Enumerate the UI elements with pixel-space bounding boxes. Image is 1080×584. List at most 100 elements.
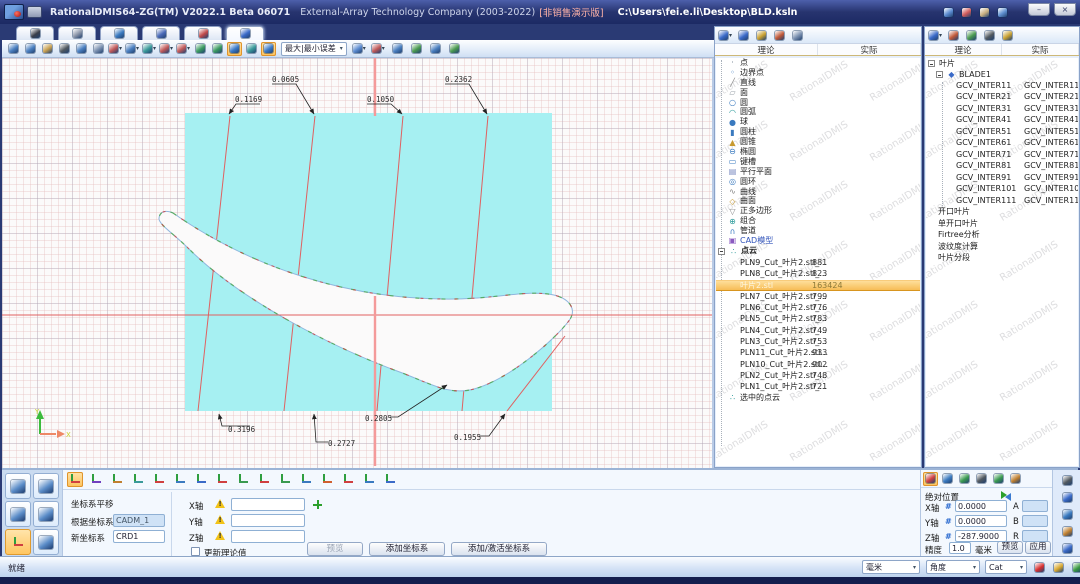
probe-tab-icon[interactable] [28, 27, 43, 41]
cs-cube-icon[interactable] [193, 472, 209, 487]
blade1-item[interactable]: ◆BLADE1 [926, 69, 1078, 80]
blade-tab-icon[interactable] [238, 27, 253, 41]
pointcloud-item[interactable]: PLN9_Cut_叶片2.stl_...881 [716, 257, 920, 268]
graphics-viewport[interactable]: 0.11690.06050.10500.23620.31960.27270.28… [2, 58, 714, 468]
probe-button[interactable] [5, 501, 31, 527]
cs-rotate-icon[interactable] [88, 472, 104, 487]
position-preview-button[interactable]: 预览 [997, 541, 1023, 554]
pointcloud-item[interactable]: PLN6_Cut_叶片2.stl_...776 [716, 302, 920, 313]
cs-part-icon[interactable] [277, 472, 293, 487]
blade-image-icon[interactable] [964, 28, 979, 42]
blade-shield-icon[interactable]: ▾ [928, 28, 943, 42]
blade-analysis-item[interactable]: 单开口叶片 [926, 218, 1078, 230]
blade-section-row[interactable]: GCV_INTER51GCV_INTER51 [926, 126, 1078, 138]
add-activate-coordsys-button[interactable]: 添加/激活坐标系 [451, 542, 547, 556]
section-3-icon[interactable]: ▾ [142, 42, 157, 56]
pos-part-icon[interactable] [940, 472, 955, 486]
position-apply-button[interactable]: 应用 [1025, 541, 1051, 554]
pointcloud-item[interactable]: PLN7_Cut_叶片2.stl_...799 [716, 291, 920, 302]
feature-type-item[interactable]: ▭键槽 [716, 157, 920, 167]
help-shield-icon[interactable] [995, 5, 1010, 19]
pos-probe-icon[interactable] [957, 472, 972, 486]
report-open-icon[interactable]: ▾ [371, 42, 386, 56]
position-value-input[interactable] [955, 515, 1007, 527]
feature-type-item[interactable]: ⊖椭圆 [716, 147, 920, 157]
blade-section-row[interactable]: GCV_INTER101GCV_INTER101 [926, 184, 1078, 196]
ref-coord-field[interactable] [113, 514, 165, 527]
blade-section-row[interactable]: GCV_INTER41GCV_INTER41 [926, 115, 1078, 127]
cs-rps-icon[interactable] [256, 472, 272, 487]
feature-type-item[interactable]: ▤平行平面 [716, 167, 920, 177]
cat-dropdown[interactable]: Cat▾ [985, 560, 1027, 574]
evaluate-tab-icon[interactable] [196, 27, 211, 41]
angle-value-input[interactable] [1022, 515, 1048, 527]
angle-value-input[interactable] [1022, 500, 1048, 512]
cs-cad-icon[interactable] [298, 472, 314, 487]
dock-shield-icon[interactable] [1060, 541, 1075, 555]
ribbon-tab-evaluate[interactable] [184, 26, 222, 40]
deviation-a-icon[interactable] [193, 42, 208, 56]
angle-dropdown[interactable]: 角度▾ [926, 560, 980, 574]
monitor-icon[interactable] [790, 28, 805, 42]
tolerance-shield-icon[interactable] [772, 28, 787, 42]
pointcloud-item[interactable]: PLN11_Cut_叶片2.stl...933 [716, 347, 920, 358]
blade-analysis-item[interactable]: 波纹度计算 [926, 241, 1078, 253]
ribbon-tab-model[interactable] [142, 26, 180, 40]
section-1-icon[interactable]: ▾ [108, 42, 123, 56]
feature-type-item[interactable]: ╱直线 [716, 78, 920, 88]
snapshot-icon[interactable] [977, 5, 992, 19]
feature-type-item[interactable]: ▮圆柱 [716, 127, 920, 137]
x-offset-input[interactable] [231, 498, 305, 511]
alarm-icon[interactable] [1032, 560, 1047, 574]
model-tab-icon[interactable] [154, 27, 169, 41]
dock-zoom-icon[interactable] [1060, 507, 1075, 521]
cs-recall-icon[interactable] [361, 472, 377, 487]
ribbon-tab-view[interactable] [100, 26, 138, 40]
pointcloud-item[interactable]: PLN5_Cut_叶片2.stl_...783 [716, 313, 920, 324]
ribbon-tab-probe[interactable] [16, 26, 54, 40]
report-save-icon[interactable] [390, 42, 405, 56]
selected-pointcloud-item[interactable]: ∴选中的点云 [716, 392, 920, 403]
unit-dropdown[interactable]: 毫米▾ [862, 560, 920, 574]
blade-section-row[interactable]: GCV_INTER61GCV_INTER61 [926, 138, 1078, 150]
pointcloud-item[interactable]: PLN3_Cut_叶片2.stl_...753 [716, 336, 920, 347]
pointcloud-group[interactable]: ∴点云 [716, 246, 920, 257]
precision-input[interactable] [949, 542, 971, 554]
label-mode-icon[interactable] [261, 42, 276, 56]
preview-button[interactable]: 预览 [307, 542, 363, 556]
feature-type-item[interactable]: ◠圆弧 [716, 107, 920, 117]
link-icon[interactable] [1070, 560, 1080, 574]
feature-type-item[interactable]: ●球 [716, 117, 920, 127]
feature-type-item[interactable]: ○圆 [716, 98, 920, 108]
pos-world-icon[interactable] [923, 472, 938, 486]
report-print-icon[interactable] [428, 42, 443, 56]
sync-icon[interactable] [1001, 491, 1011, 500]
grab-icon[interactable] [40, 42, 55, 56]
cs-save-icon[interactable] [340, 472, 356, 487]
colormap-icon[interactable] [227, 42, 242, 56]
add-axis-icon[interactable] [313, 500, 322, 509]
section-2-icon[interactable]: ▾ [125, 42, 140, 56]
cs-point-icon[interactable] [151, 472, 167, 487]
section-4-icon[interactable]: ▾ [159, 42, 174, 56]
machine-button[interactable] [33, 529, 59, 555]
cs-machine-icon[interactable] [382, 472, 398, 487]
cs-axes-icon[interactable] [172, 472, 188, 487]
blade-analysis-item[interactable]: 开口叶片 [926, 207, 1078, 219]
view-image-icon[interactable] [91, 42, 106, 56]
blade-section-row[interactable]: GCV_INTER71GCV_INTER71 [926, 149, 1078, 161]
cs-matrix-icon[interactable] [214, 472, 230, 487]
pointcloud-item[interactable]: PLN2_Cut_叶片2.stl_...748 [716, 370, 920, 381]
feature-type-item[interactable]: ◇曲面 [716, 196, 920, 206]
pan-icon[interactable] [6, 42, 21, 56]
cs-bestfit-icon[interactable] [130, 472, 146, 487]
caliper-button[interactable] [33, 473, 59, 499]
feature-type-item[interactable]: ▱面 [716, 88, 920, 98]
blade-root-item[interactable]: 叶片 [926, 58, 1078, 69]
minimize-button[interactable]: – [1028, 3, 1050, 16]
report-new-icon[interactable]: ▾ [352, 42, 367, 56]
layout-split-icon[interactable] [959, 5, 974, 19]
z-offset-input[interactable] [231, 530, 305, 543]
cad-model-item[interactable]: ▣CAD模型 [716, 236, 920, 246]
feature-cube-icon[interactable]: ▾ [718, 28, 733, 42]
